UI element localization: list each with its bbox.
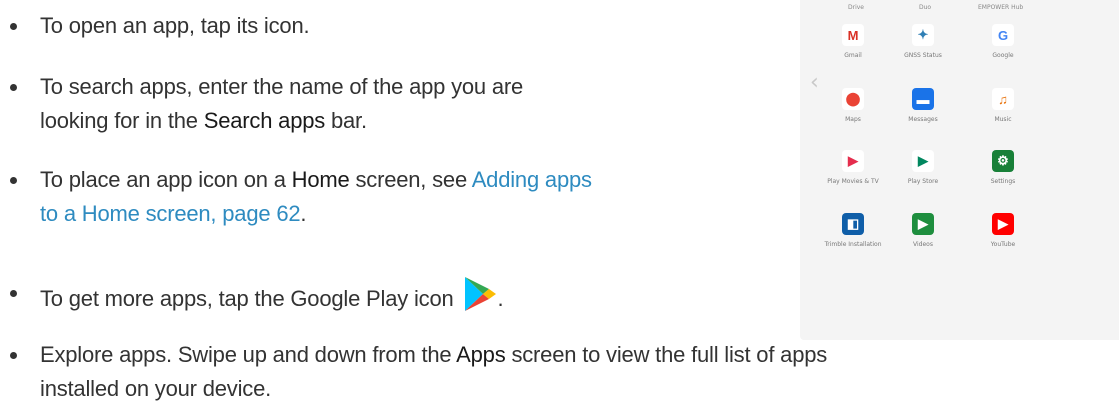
- app-label: Music: [994, 116, 1012, 123]
- bullet-text-post: .: [300, 201, 307, 226]
- app-icon: ▬: [912, 88, 934, 110]
- bullet-text-pre: To place an app icon on a: [40, 167, 292, 192]
- app-label: Maps: [845, 116, 861, 123]
- adding-apps-link-cont[interactable]: to a Home screen, page 62: [40, 201, 301, 226]
- search-apps-term: Search apps: [203, 108, 326, 133]
- bullet-item-search-apps: To search apps, enter the name of the ap…: [10, 70, 524, 138]
- app-tile[interactable]: ▶ Play Store: [888, 150, 958, 185]
- app-icon: M: [842, 24, 864, 46]
- bullet-text-pre: Explore apps. Swipe up and down from the: [40, 342, 457, 367]
- bullet-text: To open an app, tap its icon.: [40, 13, 310, 38]
- app-label: Play Store: [907, 178, 939, 185]
- bullet-item-more-apps: To get more apps, tap the Google Play ic…: [10, 276, 504, 316]
- app-icon: ♫: [992, 88, 1014, 110]
- bullet-text-mid: screen, see: [349, 167, 472, 192]
- document-page: To open an app, tap its icon. To search …: [0, 0, 1119, 413]
- app-icon: ✦: [912, 24, 934, 46]
- bullet-item-explore-apps: Explore apps. Swipe up and down from the…: [10, 338, 828, 406]
- google-play-icon: [465, 277, 497, 311]
- app-tile[interactable]: ⬤ Maps: [818, 88, 888, 123]
- apps-term: Apps: [456, 342, 506, 367]
- bullet-dot: [10, 352, 17, 359]
- app-tile[interactable]: G Google: [968, 24, 1038, 59]
- top-app-label: Drive: [848, 4, 864, 11]
- app-label: Google: [992, 52, 1014, 59]
- bullet-dot: [10, 84, 17, 91]
- bullet-item-place-icon: To place an app icon on a Home screen, s…: [10, 163, 592, 231]
- bullet-text-post: .: [497, 286, 504, 311]
- app-tile[interactable]: ♫ Music: [968, 88, 1038, 123]
- apps-screen-screenshot: Drive Duo EMPOWER Hub ‹ M Gmail ✦ GNSS Stat…: [800, 0, 1119, 340]
- app-tile[interactable]: ▶ YouTube: [968, 213, 1038, 248]
- bullet-text-line2-post: bar.: [325, 108, 367, 133]
- top-app-label: EMPOWER Hub: [978, 4, 1024, 11]
- app-icon: ▶: [842, 150, 864, 172]
- app-icon: G: [992, 24, 1014, 46]
- bullet-text-line2: installed on your device.: [40, 376, 272, 401]
- app-icon: ▶: [912, 150, 934, 172]
- bullet-dot: [10, 290, 17, 297]
- top-app-label: Duo: [919, 4, 932, 11]
- app-tile[interactable]: ◧ Trimble Installation: [818, 213, 888, 248]
- home-term: Home: [291, 167, 350, 192]
- app-label: Messages: [908, 116, 938, 123]
- app-icon: ◧: [842, 213, 864, 235]
- app-tile[interactable]: ▬ Messages: [888, 88, 958, 123]
- app-icon: ⚙: [992, 150, 1014, 172]
- bullet-text-line2-pre: looking for in the: [40, 108, 204, 133]
- bullet-text: To get more apps, tap the Google Play ic…: [40, 286, 454, 311]
- app-label: Play Movies & TV: [827, 178, 879, 185]
- bullet-dot: [10, 177, 17, 184]
- bullet-dot: [10, 23, 17, 30]
- app-tile[interactable]: ✦ GNSS Status: [888, 24, 958, 59]
- app-tile[interactable]: ▶ Play Movies & TV: [818, 150, 888, 185]
- app-tile[interactable]: M Gmail: [818, 24, 888, 59]
- app-tile[interactable]: ⚙ Settings: [968, 150, 1038, 185]
- bullet-text-line1: To search apps, enter the name of the ap…: [40, 74, 524, 99]
- adding-apps-link[interactable]: Adding apps: [472, 167, 592, 192]
- app-icon: ▶: [992, 213, 1014, 235]
- app-label: Videos: [913, 241, 933, 248]
- app-icon: ⬤: [842, 88, 864, 110]
- app-tile[interactable]: ▶ Videos: [888, 213, 958, 248]
- app-label: GNSS Status: [904, 52, 942, 59]
- bullet-text-post: screen to view the full list of apps: [505, 342, 828, 367]
- app-icon: ▶: [912, 213, 934, 235]
- app-label: Settings: [990, 178, 1016, 185]
- app-label: Trimble Installation: [824, 241, 882, 248]
- bullet-item-open-app: To open an app, tap its icon.: [10, 9, 310, 43]
- app-label: Gmail: [844, 52, 862, 59]
- app-label: YouTube: [990, 241, 1016, 248]
